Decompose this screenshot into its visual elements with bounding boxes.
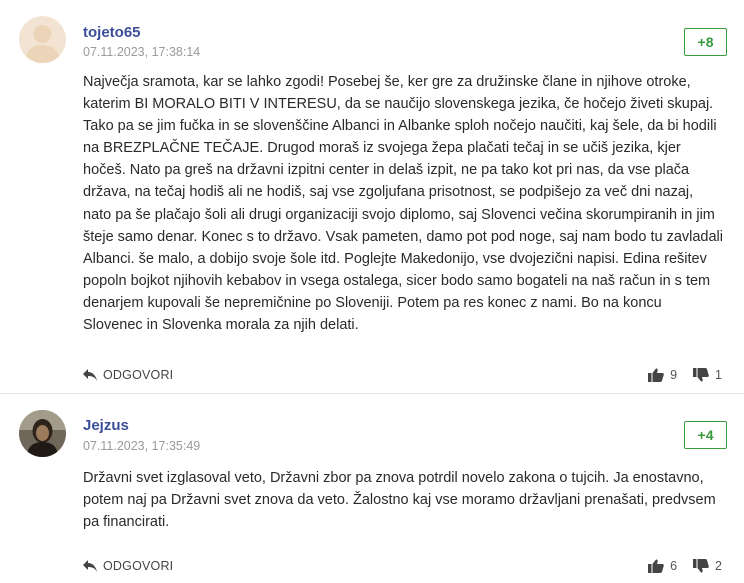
thumbs-up-icon: [648, 559, 664, 573]
user-photo-avatar: [19, 410, 66, 457]
comment-score-badge: +8: [684, 28, 727, 56]
reply-icon: [83, 560, 97, 572]
dislike-count: 1: [715, 368, 722, 382]
reply-button[interactable]: ODGOVORI: [83, 559, 173, 573]
comment-author[interactable]: Jejzus: [83, 417, 129, 434]
user-avatar-icon: [19, 16, 66, 63]
like-count: 9: [670, 368, 678, 382]
vote-controls: 6 2: [648, 559, 722, 573]
avatar[interactable]: [19, 410, 66, 457]
like-count: 6: [670, 559, 678, 573]
comment-text: Največja sramota, kar se lahko zgodi! Po…: [83, 74, 724, 334]
comment: tojeto65 07.11.2023, 17:38:14 +8 Največj…: [0, 0, 744, 394]
comment-text: Državni svet izglasoval veto, Državni zb…: [83, 470, 716, 531]
avatar[interactable]: [19, 16, 66, 63]
dislike-button[interactable]: 1: [693, 368, 722, 382]
reply-label: ODGOVORI: [103, 368, 174, 382]
thumbs-down-icon: [693, 559, 709, 573]
thumbs-up-icon: [648, 368, 664, 382]
reply-icon: [83, 369, 97, 381]
reply-button[interactable]: ODGOVORI: [83, 368, 173, 382]
like-button[interactable]: 6: [648, 559, 677, 573]
like-button[interactable]: 9: [648, 368, 677, 382]
comment: Jejzus 07.11.2023, 17:35:49 +4 Državni s…: [0, 394, 744, 583]
comment-score-badge: +4: [684, 421, 727, 449]
dislike-count: 2: [715, 559, 722, 573]
reply-label: ODGOVORI: [103, 559, 174, 573]
vote-controls: 9 1: [648, 368, 722, 382]
comment-author[interactable]: tojeto65: [83, 24, 141, 41]
comment-date: 07.11.2023, 17:35:49: [83, 439, 201, 453]
comment-date: 07.11.2023, 17:38:14: [83, 45, 201, 59]
thumbs-down-icon: [693, 368, 709, 382]
dislike-button[interactable]: 2: [693, 559, 722, 573]
